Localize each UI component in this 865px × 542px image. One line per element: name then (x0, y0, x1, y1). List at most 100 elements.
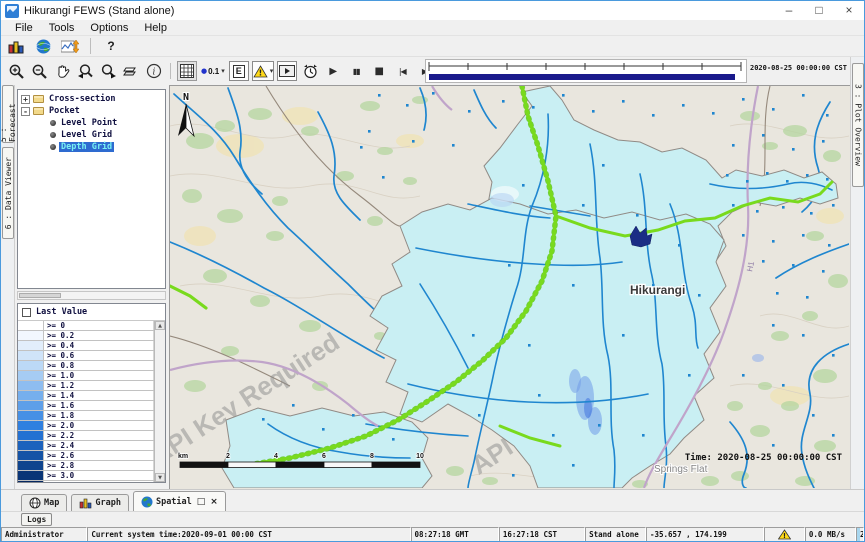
stop-button[interactable]: ■ (369, 61, 389, 81)
tab-graph-label: Graph (95, 498, 121, 508)
play-button[interactable]: ▶ (323, 61, 343, 81)
scrollbar-thumb[interactable] (19, 293, 61, 298)
status-warning[interactable]: ! (764, 527, 805, 542)
legend-swatch (18, 391, 44, 400)
tab-graph[interactable]: Graph (71, 494, 129, 511)
scroll-up-icon[interactable]: ▲ (155, 321, 165, 330)
tree-node-icon (50, 144, 56, 150)
close-tab-icon[interactable]: × (210, 497, 218, 507)
menu-item[interactable]: File (7, 22, 41, 34)
legend-rows: >= 0 >= 0.2 >= 0.4 >= 0.6 >= 0.8 (18, 321, 154, 482)
map-canvas[interactable]: API Key Required API Key Required (169, 85, 850, 489)
info-button[interactable]: i (144, 61, 164, 81)
zoom-previous-button[interactable] (75, 61, 95, 81)
timeline-progress-bar[interactable] (429, 74, 735, 80)
grid-toggle-button[interactable] (177, 61, 197, 81)
tab-data-viewer[interactable]: 6 : Data Viewer (2, 147, 14, 239)
tab-spatial[interactable]: Spatial □ × (133, 491, 226, 511)
zoom-out-button[interactable] (29, 61, 49, 81)
menu-bar: FileToolsOptionsHelp (1, 20, 864, 36)
legend-swatch (18, 451, 44, 460)
scale-tick-label: 8 (370, 453, 374, 460)
legend-swatch (18, 481, 44, 482)
status-download-speed: 0.0 MB/s (805, 527, 856, 542)
tree-node[interactable]: - Pocket (18, 105, 165, 117)
legend-swatch (18, 461, 44, 470)
status-memory: 2.5 GB (856, 527, 864, 542)
title-bar: Hikurangi FEWS (Stand alone) – □ × (1, 1, 864, 20)
tab-plot-overview[interactable]: 3 : Plot Overview (852, 63, 864, 187)
spatial-tab-globe-icon (141, 496, 153, 508)
window-title: Hikurangi FEWS (Stand alone) (24, 5, 174, 17)
grid-display-button[interactable] (33, 36, 53, 56)
scale-tick-label: 2 (226, 453, 230, 460)
pause-button[interactable]: ▮▮ (346, 61, 366, 81)
logs-button[interactable]: Logs (21, 513, 52, 526)
status-coordinates: -35.657 , 174.199 (646, 527, 764, 542)
tree-horizontal-scrollbar[interactable] (17, 291, 166, 300)
app-icon (5, 4, 19, 18)
tree-node[interactable]: + Cross-section (18, 93, 165, 105)
animation-display-button[interactable] (277, 61, 297, 81)
timeline-slider[interactable] (425, 59, 747, 83)
spatial-display-button[interactable] (60, 36, 80, 56)
tree-node-icon (50, 120, 56, 126)
warning-icon: ! (778, 529, 791, 540)
spatial-display-icon (61, 39, 79, 54)
tree-node[interactable]: Depth Grid (18, 141, 165, 153)
legend-label: >= 0.4 (44, 341, 154, 350)
legend-label: >= 1.4 (44, 391, 154, 400)
maximize-button[interactable]: □ (804, 1, 834, 20)
legend-row: >= 1.8 (18, 411, 154, 421)
legend-swatch (18, 441, 44, 450)
tab-map[interactable]: Map (21, 494, 67, 511)
legend-icon: E (233, 65, 245, 78)
app-window: Hikurangi FEWS (Stand alone) – □ × FileT… (0, 0, 865, 542)
close-button[interactable]: × (834, 1, 864, 20)
tree-toggle[interactable]: + (21, 95, 30, 104)
status-bar: Administrator Current system time:2020-0… (1, 527, 864, 542)
explorer-button[interactable] (6, 36, 26, 56)
tab-forecast[interactable]: 5 : Forecast (2, 85, 14, 143)
scale-unit: km (178, 453, 188, 460)
zoom-in-button[interactable] (6, 61, 26, 81)
pan-button[interactable] (52, 61, 72, 81)
logs-row: Logs (1, 511, 864, 527)
menu-item[interactable]: Tools (41, 22, 83, 34)
legend-label: >= 3.2 (44, 481, 154, 482)
animation-settings-button[interactable] (300, 61, 320, 81)
help-button[interactable]: ? (101, 36, 121, 56)
interval-dropdown[interactable]: ●0.1▾ (200, 61, 226, 81)
legend-row: >= 0.2 (18, 331, 154, 341)
layers-button[interactable] (121, 61, 141, 81)
legend-swatch (18, 351, 44, 360)
tree-node-label: Cross-section (47, 94, 118, 104)
scroll-down-icon[interactable]: ▼ (155, 473, 165, 482)
pause-icon: ▮▮ (353, 67, 360, 76)
scale-tick-label: 4 (274, 453, 278, 460)
timeline-ruler (426, 60, 746, 82)
minimize-button[interactable]: – (774, 1, 804, 20)
legend-scrollbar[interactable]: ▲ ▼ (154, 321, 165, 482)
last-value-checkbox[interactable] (22, 308, 31, 317)
play-icon: ▶ (329, 66, 337, 77)
tree-node-label: Level Grid (59, 130, 114, 140)
legend-row: >= 2.6 (18, 451, 154, 461)
legend-row: >= 1.2 (18, 381, 154, 391)
tree-node[interactable]: Level Point (18, 117, 165, 129)
legend-row: >= 0 (18, 321, 154, 331)
legend-label: >= 1.0 (44, 371, 154, 380)
float-tab-icon[interactable]: □ (197, 497, 206, 507)
legend-label: >= 0.2 (44, 331, 154, 340)
legend-button[interactable]: E (229, 61, 249, 81)
left-panel: + Cross-section - Pocket Level Point Lev… (15, 85, 169, 489)
warning-icon: ! (253, 65, 268, 78)
info-icon: i (146, 63, 162, 79)
tree-node[interactable]: Level Grid (18, 129, 165, 141)
step-back-button[interactable]: |◀ (392, 61, 412, 81)
tree-toggle[interactable]: - (21, 107, 30, 116)
zoom-next-button[interactable] (98, 61, 118, 81)
menu-item[interactable]: Options (82, 22, 136, 34)
menu-item[interactable]: Help (136, 22, 175, 34)
warnings-dropdown[interactable]: !▾ (252, 61, 275, 81)
